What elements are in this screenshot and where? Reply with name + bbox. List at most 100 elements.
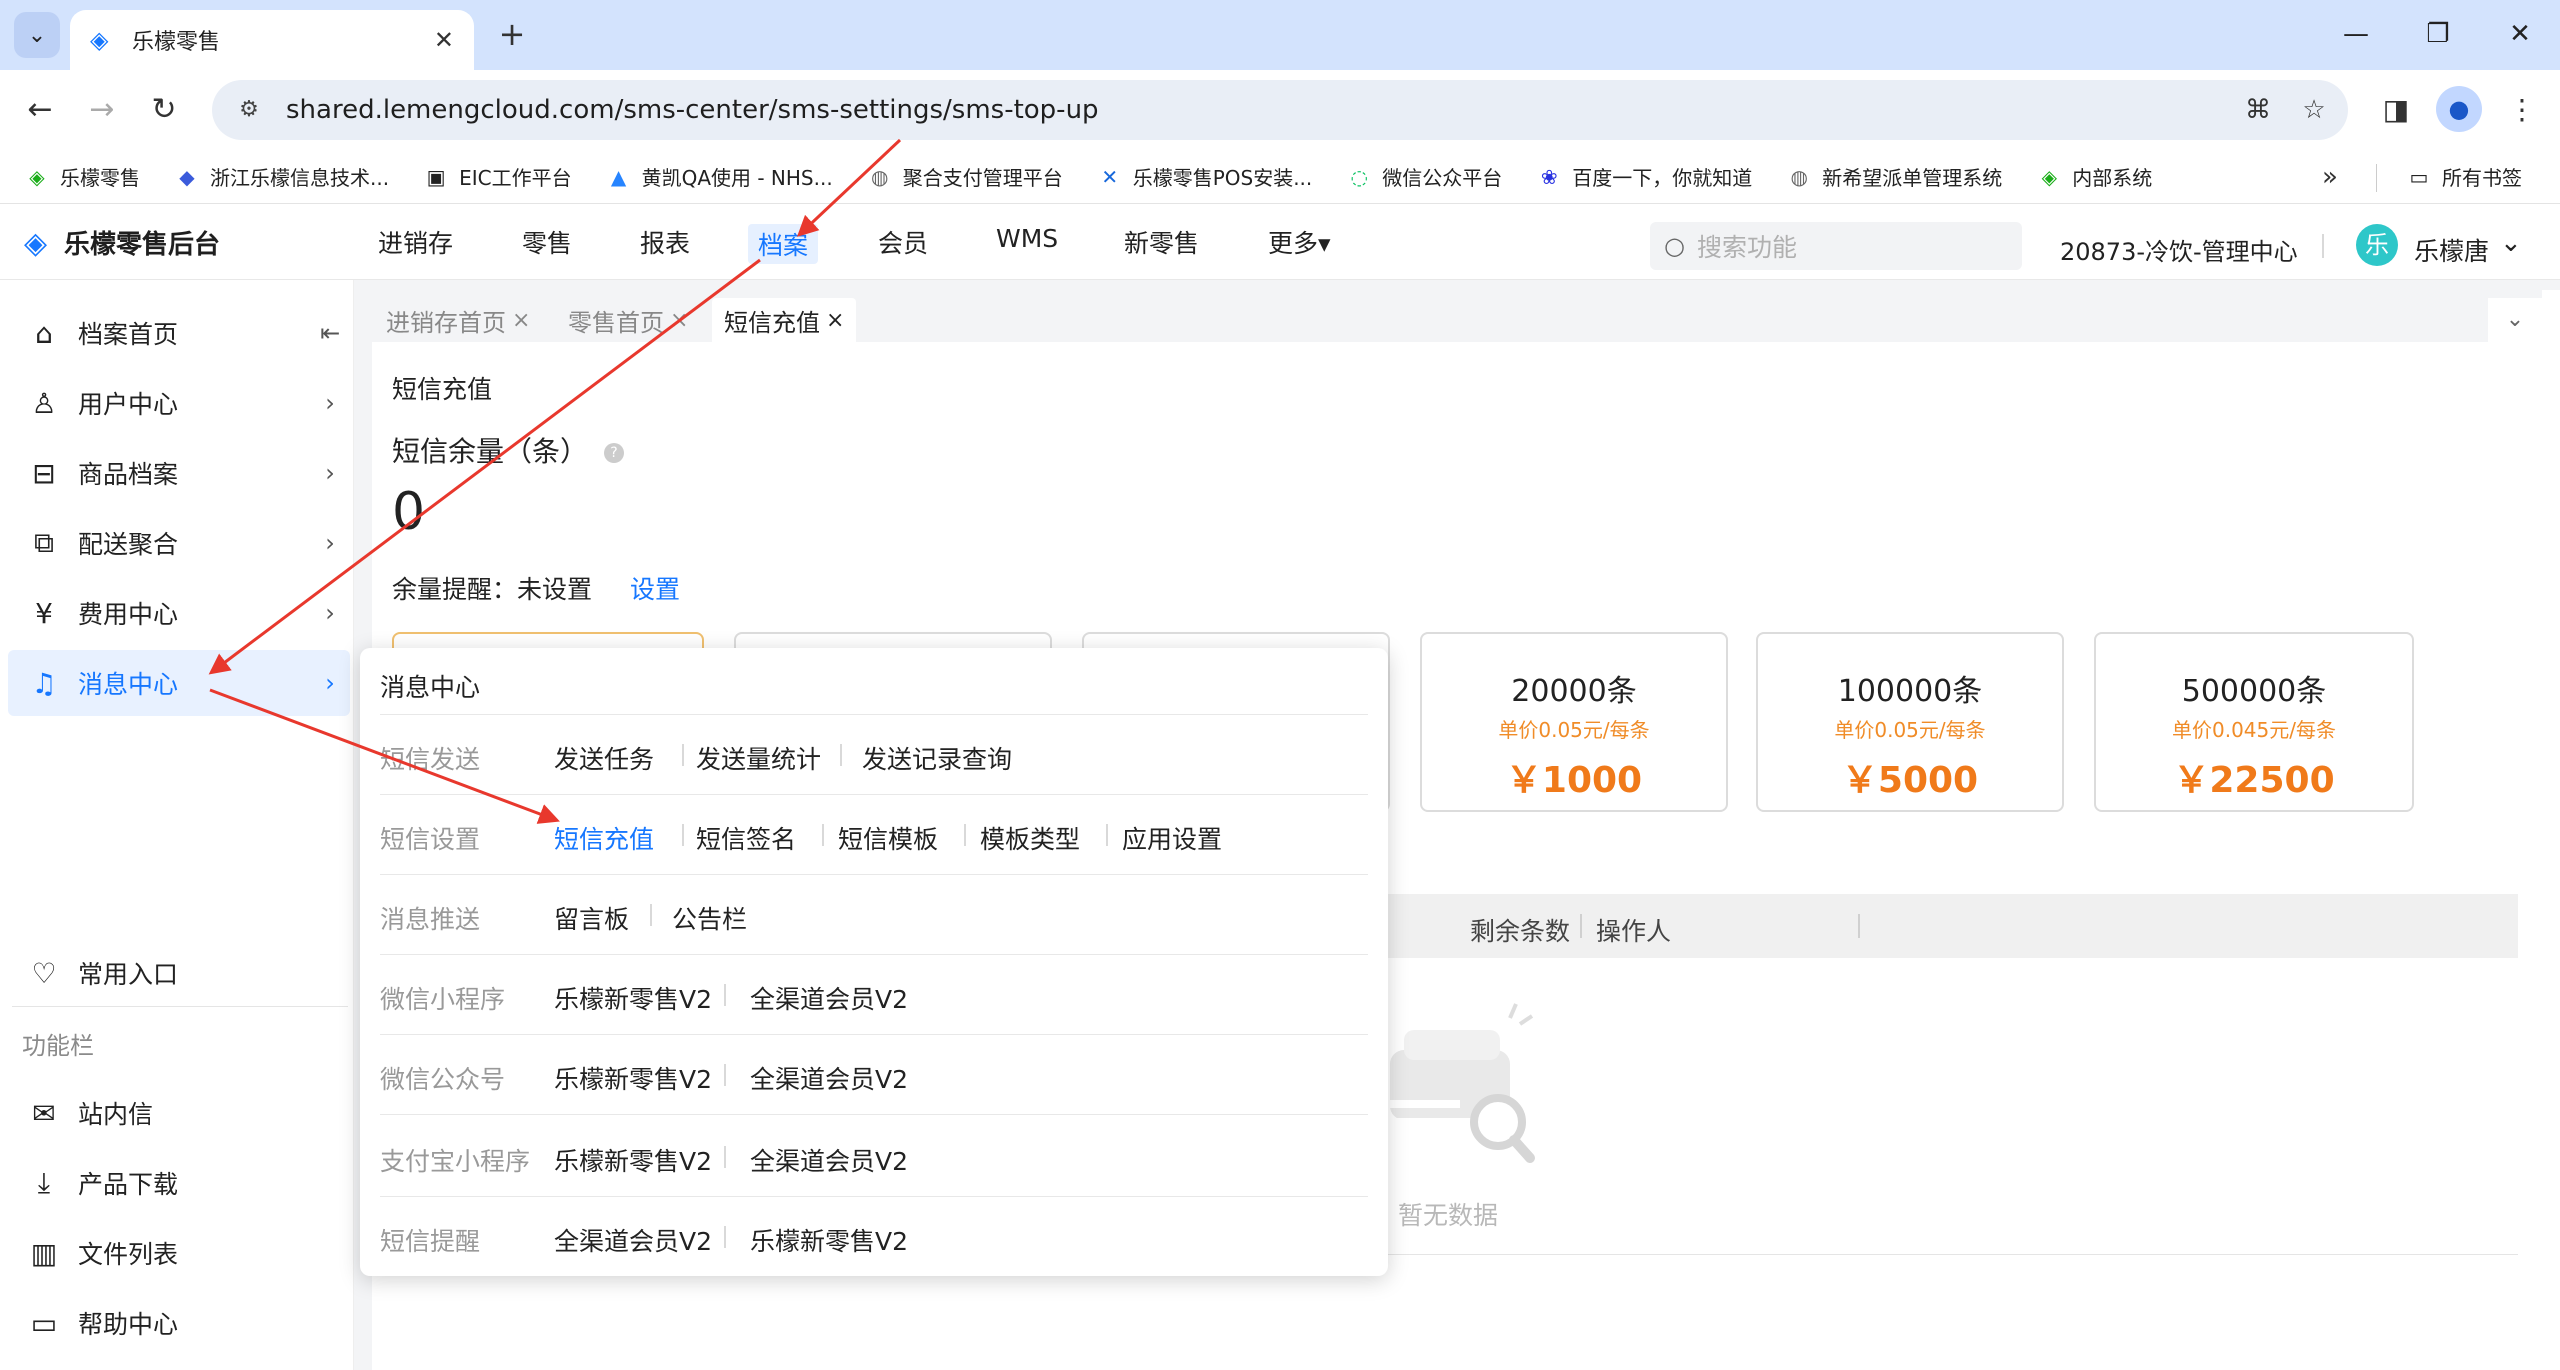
link-reminder-member[interactable]: 全渠道会员V2 — [554, 1222, 712, 1258]
restore-button[interactable]: ❐ — [2408, 14, 2468, 54]
link-template-type[interactable]: 模板类型 — [980, 820, 1080, 856]
lemeng-icon: ◈ — [29, 164, 45, 189]
new-tab-button[interactable]: + — [492, 14, 532, 54]
bookmark-item[interactable]: ◆ 浙江乐檬信息技术... — [174, 162, 389, 191]
user-name[interactable]: 乐檬唐 — [2414, 232, 2489, 268]
bookmark-star-icon[interactable]: ☆ — [2292, 88, 2336, 132]
bookmark-item[interactable]: ❀ 百度一下，你就知道 — [1536, 162, 1752, 191]
package-card[interactable]: 100000条 单价0.05元/每条 ￥5000 — [1756, 632, 2064, 812]
profile-avatar[interactable]: ● — [2436, 86, 2482, 132]
forward-button[interactable]: → — [82, 90, 122, 130]
sidebar-item-inbox[interactable]: ✉ 站内信 — [8, 1080, 350, 1146]
collapse-sidebar-icon[interactable]: ⇤ — [310, 319, 350, 347]
tab-overflow-button[interactable]: ⌄ — [2488, 298, 2542, 342]
bookmark-item[interactable]: ◌ 微信公众平台 — [1346, 162, 1503, 191]
link-wx-oa-member[interactable]: 全渠道会员V2 — [750, 1060, 908, 1096]
close-window-button[interactable]: ✕ — [2490, 14, 2550, 54]
bookmark-label: 乐檬零售POS安装... — [1132, 166, 1313, 190]
translate-icon[interactable]: ⌘ — [2236, 88, 2280, 132]
bookmark-label: EIC工作平台 — [459, 166, 572, 190]
product-icon: ⊟ — [32, 456, 56, 490]
tab-search-button[interactable]: ⌄ — [14, 12, 60, 58]
close-icon[interactable]: × — [512, 308, 530, 333]
link-send-task[interactable]: 发送任务 — [554, 740, 654, 776]
bookmark-item[interactable]: ✕ 乐檬零售POS安装... — [1097, 162, 1313, 191]
app-logo[interactable]: ◈ 乐檬零售后台 — [24, 224, 220, 261]
back-button[interactable]: ← — [20, 90, 60, 130]
help-icon[interactable]: ? — [604, 443, 625, 463]
browser-tab[interactable]: ◈ 乐檬零售 ✕ — [70, 10, 474, 70]
nav-retail[interactable]: 零售 — [522, 224, 572, 260]
link-send-records[interactable]: 发送记录查询 — [862, 740, 1012, 776]
nav-archive[interactable]: 档案 — [748, 224, 819, 264]
link-send-stats[interactable]: 发送量统计 — [696, 740, 821, 776]
all-bookmarks-button[interactable]: ▭ 所有书签 — [2406, 162, 2522, 191]
empty-state-illustration — [1390, 1003, 1535, 1163]
sidebar-item-help[interactable]: ▭ 帮助中心 — [8, 1290, 350, 1356]
link-sms-template[interactable]: 短信模板 — [838, 820, 938, 856]
close-tab-icon[interactable]: ✕ — [434, 26, 454, 54]
sidebar-item-download[interactable]: ⤓ 产品下载 — [8, 1150, 350, 1216]
link-separator — [964, 824, 966, 846]
link-alipay-retail[interactable]: 乐檬新零售V2 — [554, 1142, 712, 1178]
page-tab-retail-home[interactable]: 零售首页 × — [556, 298, 701, 342]
bookmark-item[interactable]: ◍ 新希望派单管理系统 — [1786, 162, 2003, 191]
nav-wms[interactable]: WMS — [996, 224, 1058, 253]
bookmark-item[interactable]: ◍ 聚合支付管理平台 — [867, 162, 1063, 191]
address-bar[interactable]: ⚙ shared.lemengcloud.com/sms-center/sms-… — [212, 80, 2348, 140]
bookmark-item[interactable]: ◈ 内部系统 — [2036, 162, 2153, 191]
bookmark-item[interactable]: ◈ 乐檬零售 — [24, 162, 140, 191]
sidebar-item-label: 用户中心 — [78, 390, 179, 419]
package-card[interactable]: 20000条 单价0.05元/每条 ￥1000 — [1420, 632, 1728, 812]
browser-menu-icon[interactable]: ⋮ — [2500, 90, 2544, 130]
link-bulletin[interactable]: 公告栏 — [672, 900, 747, 936]
flyout-divider — [380, 1034, 1368, 1035]
bookmarks-overflow-icon[interactable]: » — [2322, 162, 2338, 192]
reload-button[interactable]: ↻ — [144, 90, 184, 130]
link-wx-oa-retail[interactable]: 乐檬新零售V2 — [554, 1060, 712, 1096]
sidebar-item-label: 商品档案 — [78, 460, 179, 489]
org-selector[interactable]: 20873-冷饮-管理中心 — [2060, 232, 2298, 267]
confluence-icon: ✕ — [1101, 164, 1119, 189]
reminder-setting-link[interactable]: 设置 — [630, 570, 680, 606]
minimize-button[interactable]: — — [2326, 14, 2386, 54]
side-panel-icon[interactable]: ◨ — [2374, 90, 2418, 130]
function-search[interactable]: ○ 搜索功能 — [1650, 222, 2022, 270]
link-alipay-member[interactable]: 全渠道会员V2 — [750, 1142, 908, 1178]
flyout-row-label: 消息推送 — [380, 905, 481, 934]
link-sms-topup[interactable]: 短信充值 — [554, 820, 654, 856]
close-icon[interactable]: × — [670, 308, 688, 333]
sidebar-item-favorites[interactable]: ♡ 常用入口 — [8, 940, 350, 1006]
nav-member[interactable]: 会员 — [878, 224, 928, 260]
link-reminder-retail[interactable]: 乐檬新零售V2 — [750, 1222, 908, 1258]
link-app-settings[interactable]: 应用设置 — [1122, 820, 1222, 856]
link-wx-mini-retail[interactable]: 乐檬新零售V2 — [554, 980, 712, 1016]
site-info-icon[interactable]: ⚙ — [232, 93, 266, 127]
sidebar-item-product[interactable]: ⊟ 商品档案 › — [8, 440, 350, 506]
nav-more[interactable]: 更多▾ — [1268, 224, 1331, 260]
link-sms-signature[interactable]: 短信签名 — [696, 820, 796, 856]
sidebar-item-message[interactable]: ♫ 消息中心 › — [8, 650, 350, 716]
package-price: ￥5000 — [1841, 760, 1979, 801]
page-tab-inventory-home[interactable]: 进销存首页 × — [374, 298, 543, 342]
link-message-board[interactable]: 留言板 — [554, 900, 629, 936]
package-card[interactable]: 500000条 单价0.045元/每条 ￥22500 — [2094, 632, 2414, 812]
bookmark-label: 浙江乐檬信息技术... — [210, 166, 390, 190]
bookmark-item[interactable]: ▲ 黄凯QA使用 - NHS... — [606, 162, 833, 191]
flyout-title: 消息中心 — [380, 673, 481, 702]
user-avatar[interactable]: 乐 — [2356, 224, 2398, 266]
bookmark-item[interactable]: ▣ EIC工作平台 — [423, 162, 572, 191]
sidebar-item-delivery[interactable]: ⧉ 配送聚合 › — [8, 510, 350, 576]
sidebar-item-archive-home[interactable]: ⌂ 档案首页 ⇤ — [8, 300, 350, 366]
sidebar-item-fee[interactable]: ¥ 费用中心 › — [8, 580, 350, 646]
page-tab-sms-topup[interactable]: 短信充值 × — [712, 298, 857, 342]
sidebar-item-user-center[interactable]: ♙ 用户中心 › — [8, 370, 350, 436]
sidebar-item-files[interactable]: ▥ 文件列表 — [8, 1220, 350, 1286]
close-icon[interactable]: × — [826, 308, 844, 333]
nav-new-retail[interactable]: 新零售 — [1124, 224, 1199, 260]
chevron-down-icon[interactable]: ⌄ — [2500, 228, 2522, 258]
nav-inventory[interactable]: 进销存 — [378, 224, 453, 260]
link-wx-mini-member[interactable]: 全渠道会员V2 — [750, 980, 908, 1016]
url-text[interactable]: shared.lemengcloud.com/sms-center/sms-se… — [286, 95, 2236, 125]
nav-reports[interactable]: 报表 — [640, 224, 690, 260]
